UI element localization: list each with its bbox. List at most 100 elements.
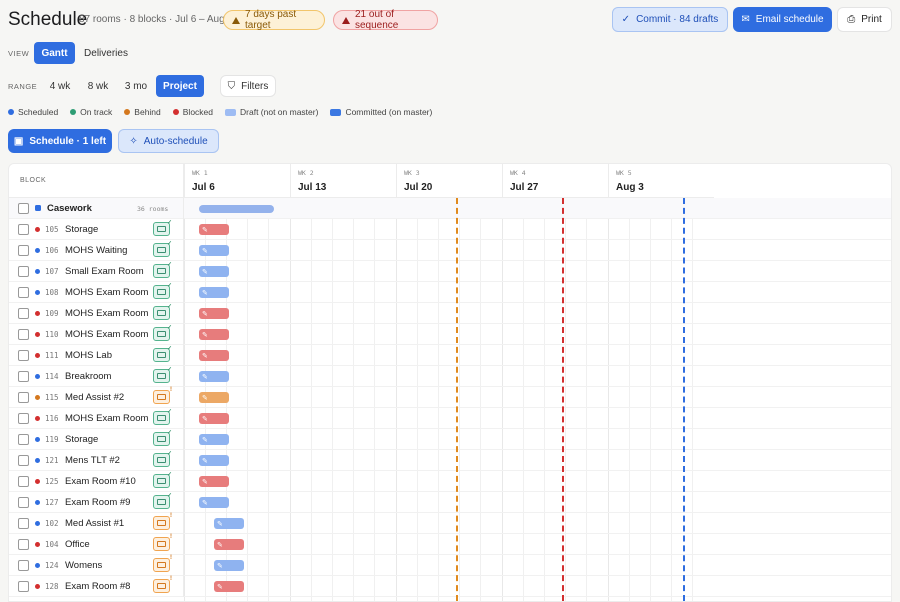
- schedule-bar[interactable]: ✎: [214, 560, 244, 571]
- schedule-bar[interactable]: ✎: [199, 434, 229, 445]
- group-bar[interactable]: [199, 205, 274, 213]
- delivery-truck-icon[interactable]: ✓: [153, 472, 172, 488]
- row-checkbox[interactable]: [18, 434, 29, 445]
- row-checkbox[interactable]: [18, 476, 29, 487]
- table-row[interactable]: 111 MOHS Lab ✓ ✎: [9, 345, 891, 366]
- delivery-truck-icon[interactable]: ✓: [153, 325, 172, 341]
- table-row[interactable]: 108 MOHS Exam Room ✓ ✎: [9, 282, 891, 303]
- schedule-bar[interactable]: ✎: [199, 245, 229, 256]
- delivery-truck-icon[interactable]: ✓: [153, 283, 172, 299]
- table-row[interactable]: 102 Med Assist #1! ✎: [9, 513, 891, 534]
- row-checkbox[interactable]: [18, 245, 29, 256]
- week-header: WK 5 Aug 3: [608, 164, 714, 198]
- schedule-bar[interactable]: ✎: [214, 539, 244, 550]
- row-checkbox[interactable]: [18, 350, 29, 361]
- schedule-bar[interactable]: ✎: [199, 350, 229, 361]
- table-row[interactable]: 125 Exam Room #10 ✓ ✎: [9, 471, 891, 492]
- column-divider: [183, 471, 184, 492]
- delivery-truck-icon[interactable]: ✓: [153, 493, 172, 509]
- delivery-truck-icon[interactable]: ✓: [153, 262, 172, 278]
- group-row-casework[interactable]: Casework 36 rooms: [9, 198, 891, 219]
- print-button[interactable]: ⎙ Print: [837, 7, 892, 32]
- schedule-bar[interactable]: ✎: [199, 392, 229, 403]
- table-row[interactable]: 110 MOHS Exam Room ✓ ✎: [9, 324, 891, 345]
- schedule-bar[interactable]: ✎: [199, 287, 229, 298]
- delivery-truck-icon[interactable]: !: [153, 576, 172, 593]
- range-option-3mo[interactable]: 3 mo: [118, 75, 154, 97]
- table-row[interactable]: 105 Storage ✓ ✎: [9, 219, 891, 240]
- delivery-truck-icon[interactable]: ✓: [153, 241, 172, 257]
- status-dot: [35, 227, 40, 232]
- row-checkbox[interactable]: [18, 329, 29, 340]
- commit-button[interactable]: ✓ Commit · 84 drafts: [612, 7, 728, 32]
- delivery-truck-icon[interactable]: !: [153, 387, 172, 404]
- schedule-bar[interactable]: ✎: [199, 476, 229, 487]
- range-option-4wk[interactable]: 4 wk: [42, 75, 78, 97]
- schedule-bar[interactable]: ✎: [199, 329, 229, 340]
- table-row[interactable]: 119 Storage ✓ ✎: [9, 429, 891, 450]
- view-option-gantt[interactable]: Gantt: [34, 42, 75, 64]
- range-option-project[interactable]: Project: [156, 75, 204, 97]
- delivery-truck-icon[interactable]: ✓: [153, 367, 172, 383]
- delivery-truck-icon[interactable]: !: [153, 513, 172, 530]
- schedule-bar[interactable]: ✎: [214, 518, 244, 529]
- table-row[interactable]: 107 Small Exam Room ✓ ✎: [9, 261, 891, 282]
- schedule-bar[interactable]: ✎: [199, 371, 229, 382]
- delivery-truck-icon[interactable]: ✓: [153, 304, 172, 320]
- email-schedule-button[interactable]: ✉ Email schedule: [733, 7, 832, 32]
- view-option-deliveries[interactable]: Deliveries: [77, 42, 135, 64]
- past-target-badge[interactable]: 7 days past target: [223, 9, 325, 31]
- row-checkbox[interactable]: [18, 266, 29, 277]
- table-row[interactable]: 114 Breakroom ✓ ✎: [9, 366, 891, 387]
- schedule-bar[interactable]: ✎: [199, 308, 229, 319]
- schedule-bar[interactable]: ✎: [199, 497, 229, 508]
- room-name: Med Assist #1: [65, 518, 125, 529]
- row-checkbox[interactable]: [18, 224, 29, 235]
- row-checkbox[interactable]: [18, 518, 29, 529]
- table-row[interactable]: 106 MOHS Waiting ✓ ✎: [9, 240, 891, 261]
- table-row[interactable]: 121 Mens TLT #2 ✓ ✎: [9, 450, 891, 471]
- range-option-8wk[interactable]: 8 wk: [80, 75, 116, 97]
- column-divider: [183, 345, 184, 366]
- column-divider: [183, 450, 184, 471]
- auto-schedule-button[interactable]: ✧ Auto-schedule: [118, 129, 219, 153]
- schedule-bar[interactable]: ✎: [214, 581, 244, 592]
- legend-item: On track: [70, 107, 112, 117]
- check-mark-icon: ✓: [166, 241, 172, 247]
- row-checkbox[interactable]: [18, 497, 29, 508]
- schedule-bar[interactable]: ✎: [199, 455, 229, 466]
- row-checkbox[interactable]: [18, 560, 29, 571]
- table-row[interactable]: 109 MOHS Exam Room ✓ ✎: [9, 303, 891, 324]
- schedule-button[interactable]: ▣ Schedule · 1 left: [8, 129, 112, 153]
- table-row[interactable]: 128 Exam Room #8! ✎: [9, 576, 891, 597]
- table-row[interactable]: 116 MOHS Exam Room ✓ ✎: [9, 408, 891, 429]
- delivery-truck-icon[interactable]: ✓: [153, 346, 172, 362]
- schedule-bar[interactable]: ✎: [199, 224, 229, 235]
- table-row[interactable]: 124 Womens! ✎: [9, 555, 891, 576]
- row-checkbox[interactable]: [18, 539, 29, 550]
- out-of-sequence-badge[interactable]: 21 out of sequence: [333, 9, 438, 31]
- table-row[interactable]: 115 Med Assist #2! ✎: [9, 387, 891, 408]
- warning-icon: [232, 16, 240, 24]
- row-checkbox[interactable]: [18, 455, 29, 466]
- row-checkbox[interactable]: [18, 371, 29, 382]
- target-marker-line: [456, 198, 458, 601]
- row-checkbox[interactable]: [18, 287, 29, 298]
- status-dot: [35, 395, 40, 400]
- delivery-truck-icon[interactable]: ✓: [153, 220, 172, 236]
- schedule-bar[interactable]: ✎: [199, 413, 229, 424]
- row-checkbox[interactable]: [18, 392, 29, 403]
- schedule-bar[interactable]: ✎: [199, 266, 229, 277]
- row-checkbox[interactable]: [18, 308, 29, 319]
- delivery-truck-icon[interactable]: ✓: [153, 409, 172, 425]
- filters-button[interactable]: ⛉ Filters: [220, 75, 276, 97]
- table-row[interactable]: 127 Exam Room #9 ✓ ✎: [9, 492, 891, 513]
- delivery-truck-icon[interactable]: !: [153, 555, 172, 572]
- delivery-truck-icon[interactable]: ✓: [153, 451, 172, 467]
- table-row[interactable]: 104 Office! ✎: [9, 534, 891, 555]
- delivery-truck-icon[interactable]: !: [153, 534, 172, 551]
- row-checkbox[interactable]: [18, 413, 29, 424]
- delivery-truck-icon[interactable]: ✓: [153, 430, 172, 446]
- row-checkbox[interactable]: [18, 581, 29, 592]
- group-checkbox[interactable]: [18, 203, 29, 214]
